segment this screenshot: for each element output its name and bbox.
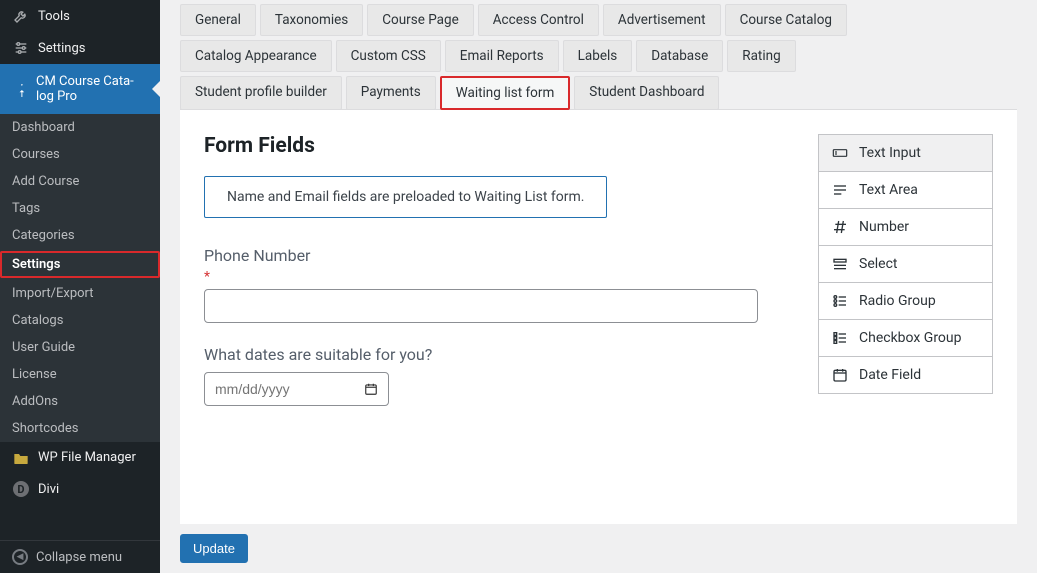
palette-label: Radio Group bbox=[859, 293, 936, 309]
tab-access-control[interactable]: Access Control bbox=[478, 4, 599, 36]
palette-checkbox-group[interactable]: Checkbox Group bbox=[819, 320, 992, 357]
field-dates: What dates are suitable for you? bbox=[204, 345, 758, 406]
tab-database[interactable]: Database bbox=[636, 40, 723, 72]
list-icon bbox=[831, 257, 849, 271]
submenu-addons[interactable]: AddOns bbox=[0, 388, 160, 415]
menu-label: WP File Manager bbox=[38, 450, 136, 465]
palette-text-input[interactable]: Text Input bbox=[819, 135, 992, 172]
field-label: Phone Number bbox=[204, 246, 758, 265]
submenu: Dashboard Courses Add Course Tags Catego… bbox=[0, 114, 160, 442]
main-content: General Taxonomies Course Page Access Co… bbox=[160, 0, 1037, 573]
palette-label: Checkbox Group bbox=[859, 330, 962, 346]
pin-icon bbox=[12, 81, 28, 97]
content-wrap: Form Fields Name and Email fields are pr… bbox=[180, 109, 1017, 524]
menu-label: Settings bbox=[38, 41, 85, 56]
folder-icon bbox=[12, 451, 30, 465]
submenu-catalogs[interactable]: Catalogs bbox=[0, 307, 160, 334]
text-cursor-icon bbox=[831, 146, 849, 160]
collapse-label: Collapse menu bbox=[36, 550, 122, 565]
collapse-menu[interactable]: ◀ Collapse menu bbox=[0, 540, 160, 573]
menu-label: Divi bbox=[38, 482, 59, 497]
tabs-area: General Taxonomies Course Page Access Co… bbox=[160, 0, 1037, 114]
menu-wp-file-manager[interactable]: WP File Manager bbox=[0, 442, 160, 473]
palette-label: Date Field bbox=[859, 367, 921, 383]
menu-cm-course-catalog[interactable]: CM Course Cata­log Pro bbox=[0, 64, 160, 114]
menu-divi[interactable]: D Divi bbox=[0, 473, 160, 505]
collapse-icon: ◀ bbox=[12, 549, 28, 565]
required-indicator: * bbox=[204, 269, 758, 285]
tab-general[interactable]: General bbox=[180, 4, 256, 36]
submenu-categories[interactable]: Categories bbox=[0, 222, 160, 249]
tab-rating[interactable]: Rating bbox=[727, 40, 795, 72]
submenu-tags[interactable]: Tags bbox=[0, 195, 160, 222]
field-phone-number: Phone Number * bbox=[204, 246, 758, 323]
calendar-icon bbox=[831, 367, 849, 383]
tab-student-profile-builder[interactable]: Student profile builder bbox=[180, 76, 342, 110]
wrench-icon bbox=[12, 8, 30, 24]
tab-custom-css[interactable]: Custom CSS bbox=[336, 40, 441, 72]
submenu-shortcodes[interactable]: Shortcodes bbox=[0, 415, 160, 442]
d-icon: D bbox=[12, 481, 30, 497]
palette-date-field[interactable]: Date Field bbox=[819, 357, 992, 393]
palette-label: Text Area bbox=[859, 182, 918, 198]
tab-row-2: Catalog Appearance Custom CSS Email Repo… bbox=[180, 40, 1017, 72]
palette-text-area[interactable]: Text Area bbox=[819, 172, 992, 209]
palette-select[interactable]: Select bbox=[819, 246, 992, 283]
tab-course-page[interactable]: Course Page bbox=[367, 4, 474, 36]
hash-icon bbox=[831, 219, 849, 235]
menu-tools[interactable]: Tools bbox=[0, 0, 160, 32]
tab-waiting-list-form[interactable]: Waiting list form bbox=[440, 76, 571, 110]
submenu-add-course[interactable]: Add Course bbox=[0, 168, 160, 195]
submenu-import-export[interactable]: Import/Export bbox=[0, 280, 160, 307]
submenu-license[interactable]: License bbox=[0, 361, 160, 388]
info-box: Name and Email fields are preloaded to W… bbox=[204, 176, 607, 218]
sliders-icon bbox=[12, 40, 30, 56]
menu-label: Tools bbox=[38, 9, 70, 24]
tab-student-dashboard[interactable]: Student Dashboard bbox=[574, 76, 719, 110]
menu-settings-top[interactable]: Settings bbox=[0, 32, 160, 64]
bottom-bar: Update bbox=[160, 524, 1037, 573]
lines-icon bbox=[831, 183, 849, 197]
palette-label: Number bbox=[859, 219, 909, 235]
submenu-user-guide[interactable]: User Guide bbox=[0, 334, 160, 361]
submenu-courses[interactable]: Courses bbox=[0, 141, 160, 168]
palette-label: Text Input bbox=[859, 145, 921, 161]
palette-number[interactable]: Number bbox=[819, 209, 992, 246]
tab-email-reports[interactable]: Email Reports bbox=[445, 40, 559, 72]
checkbox-list-icon bbox=[831, 330, 849, 346]
admin-sidebar: Tools Settings CM Course Cata­log Pro Da… bbox=[0, 0, 160, 573]
radio-list-icon bbox=[831, 293, 849, 309]
palette-radio-group[interactable]: Radio Group bbox=[819, 283, 992, 320]
phone-input[interactable] bbox=[204, 289, 758, 323]
date-input[interactable] bbox=[204, 372, 389, 406]
tab-labels[interactable]: Labels bbox=[563, 40, 633, 72]
tab-taxonomies[interactable]: Taxonomies bbox=[260, 4, 363, 36]
tab-catalog-appearance[interactable]: Catalog Appearance bbox=[180, 40, 332, 72]
palette-label: Select bbox=[859, 256, 897, 272]
tab-row-3: Student profile builder Payments Waiting… bbox=[180, 76, 1017, 110]
update-button[interactable]: Update bbox=[180, 534, 248, 563]
tab-advertisement[interactable]: Advertisement bbox=[603, 4, 721, 36]
field-label: What dates are suitable for you? bbox=[204, 345, 758, 364]
submenu-settings[interactable]: Settings bbox=[0, 251, 160, 278]
tab-course-catalog[interactable]: Course Catalog bbox=[725, 4, 847, 36]
tab-payments[interactable]: Payments bbox=[346, 76, 436, 110]
menu-label: CM Course Cata­log Pro bbox=[36, 74, 148, 104]
form-fields-area: Form Fields Name and Email fields are pr… bbox=[204, 134, 758, 524]
field-palette: Text Input Text Area Number Select bbox=[818, 134, 993, 394]
page-title: Form Fields bbox=[204, 134, 758, 158]
submenu-dashboard[interactable]: Dashboard bbox=[0, 114, 160, 141]
tab-row-1: General Taxonomies Course Page Access Co… bbox=[180, 4, 1017, 36]
